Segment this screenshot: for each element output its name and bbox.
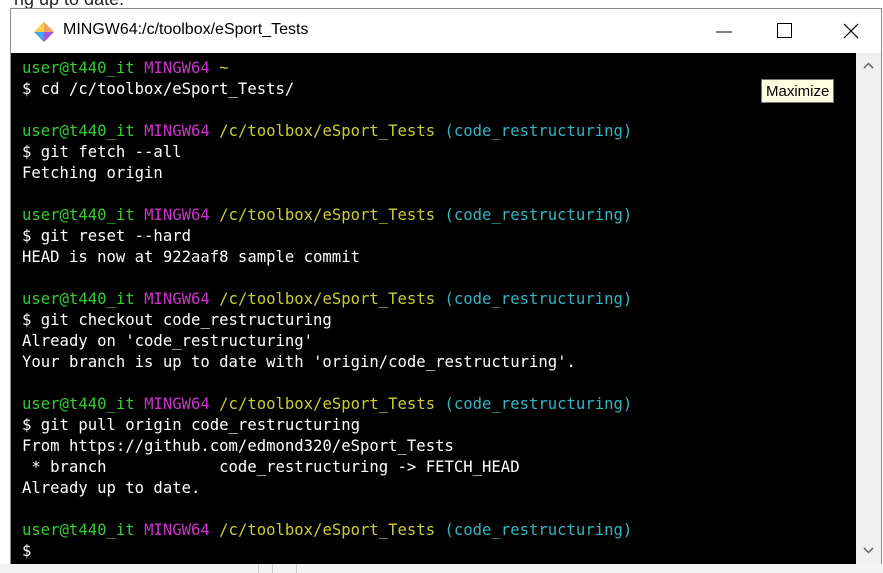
prompt-path: /c/toolbox/eSport_Tests (219, 206, 436, 224)
output-line: From https://github.com/edmond320/eSport… (22, 437, 454, 455)
prompt-branch: (code_restructuring) (444, 290, 633, 308)
prompt-path: /c/toolbox/eSport_Tests (219, 395, 436, 413)
divider (296, 564, 297, 573)
minimize-button[interactable] (694, 9, 754, 53)
divider (258, 564, 259, 573)
command-line: $ git pull origin code_restructuring (22, 416, 360, 434)
terminal-text: user@t440_it MINGW64 ~ $ cd /c/toolbox/e… (11, 53, 856, 562)
prompt-branch: (code_restructuring) (444, 521, 633, 539)
prompt-shell: MINGW64 (144, 395, 210, 413)
prompt-shell: MINGW64 (144, 59, 210, 77)
prompt-path: /c/toolbox/eSport_Tests (219, 122, 436, 140)
prompt-branch: (code_restructuring) (444, 206, 633, 224)
prompt-user: user@t440_it (22, 395, 135, 413)
output-line: Your branch is up to date with 'origin/c… (22, 353, 576, 371)
scroll-up-button[interactable] (856, 53, 881, 79)
maximize-button[interactable] (755, 9, 815, 53)
prompt-user: user@t440_it (22, 290, 135, 308)
maximize-tooltip: Maximize (761, 79, 835, 103)
prompt-branch: (code_restructuring) (444, 122, 633, 140)
prompt-line: user@t440_it MINGW64 /c/toolbox/eSport_T… (22, 206, 632, 224)
title-bar[interactable]: MINGW64:/c/toolbox/eSport_Tests (11, 9, 881, 53)
prompt-branch: (code_restructuring) (444, 395, 633, 413)
terminal-window: MINGW64:/c/toolbox/eSport_Tests user@t44… (10, 8, 882, 564)
divider (272, 564, 273, 573)
output-line: Already up to date. (22, 479, 201, 497)
command-line: $ git fetch --all (22, 143, 182, 161)
output-line: Already on 'code_restructuring' (22, 332, 314, 350)
prompt-user: user@t440_it (22, 206, 135, 224)
prompt-shell: MINGW64 (144, 206, 210, 224)
prompt-user: user@t440_it (22, 521, 135, 539)
prompt-line: user@t440_it MINGW64 /c/toolbox/eSport_T… (22, 290, 632, 308)
command-line: $ (22, 542, 32, 560)
output-line: HEAD is now at 922aaf8 sample commit (22, 248, 360, 266)
prompt-user: user@t440_it (22, 122, 135, 140)
prompt-path: /c/toolbox/eSport_Tests (219, 521, 436, 539)
window-title: MINGW64:/c/toolbox/eSport_Tests (63, 21, 309, 38)
maximize-icon (777, 23, 792, 38)
close-icon (843, 23, 859, 39)
prompt-line: user@t440_it MINGW64 ~ (22, 59, 229, 77)
chevron-up-icon (863, 62, 874, 69)
output-line: Fetching origin (22, 164, 163, 182)
command-line: $ cd /c/toolbox/eSport_Tests/ (22, 80, 295, 98)
scroll-down-button[interactable] (856, 538, 881, 564)
prompt-shell: MINGW64 (144, 122, 210, 140)
git-diamond-icon (34, 22, 54, 42)
prompt-shell: MINGW64 (144, 521, 210, 539)
command-line: $ git reset --hard (22, 227, 191, 245)
prompt-path: /c/toolbox/eSport_Tests (219, 290, 436, 308)
prompt-path: ~ (219, 59, 229, 77)
prompt-line: user@t440_it MINGW64 /c/toolbox/eSport_T… (22, 122, 632, 140)
vertical-scrollbar[interactable] (856, 53, 881, 564)
close-button[interactable] (821, 9, 881, 53)
command-line: $ git checkout code_restructuring (22, 311, 332, 329)
chevron-down-icon (863, 547, 874, 554)
minimize-icon (716, 31, 732, 33)
terminal-output[interactable]: user@t440_it MINGW64 ~ $ cd /c/toolbox/e… (11, 53, 856, 564)
output-line: * branch code_restructuring -> FETCH_HEA… (22, 458, 520, 476)
prompt-line: user@t440_it MINGW64 /c/toolbox/eSport_T… (22, 395, 632, 413)
background-taskbar-strip (0, 564, 883, 573)
prompt-line: user@t440_it MINGW64 /c/toolbox/eSport_T… (22, 521, 632, 539)
prompt-user: user@t440_it (22, 59, 135, 77)
prompt-shell: MINGW64 (144, 290, 210, 308)
